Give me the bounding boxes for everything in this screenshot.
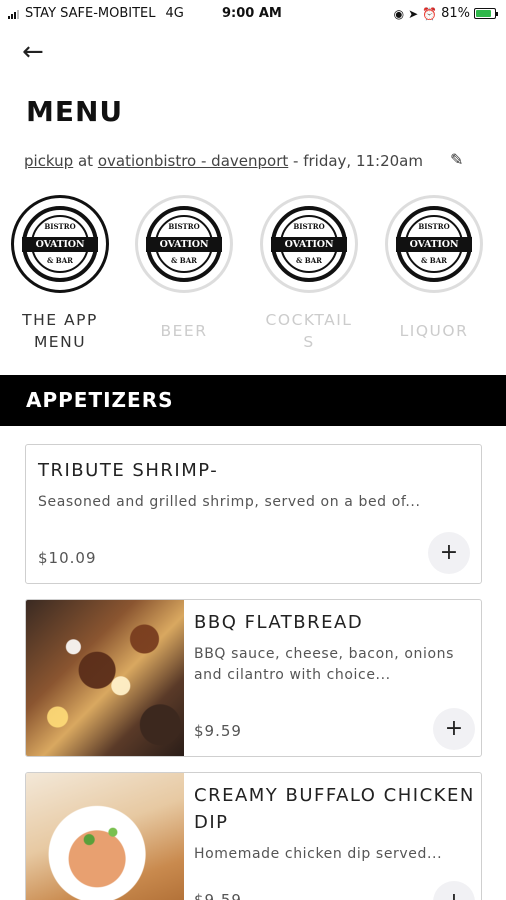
arrow-left-icon: ←: [22, 37, 44, 67]
ovation-logo: BISTRO OVATION & BAR: [271, 206, 347, 282]
page-title: MENU: [26, 95, 124, 128]
carrier-name: STAY SAFE-MOBITEL: [25, 6, 156, 21]
category-logo-ring: BISTRO OVATION & BAR: [11, 195, 109, 293]
section-header: APPETIZERS: [0, 375, 506, 426]
category-label: BEER: [160, 322, 208, 340]
item-name: TRIBUTE SHRIMP-: [38, 460, 219, 481]
status-left: STAY SAFE-MOBITEL 4G: [8, 6, 184, 21]
signal-icon: [8, 9, 19, 19]
item-price: $9.59: [194, 891, 242, 900]
item-description: Seasoned and grilled shrimp, served on a…: [38, 494, 421, 510]
category-the-app-menu[interactable]: BISTRO OVATION & BAR THE APP MENU: [8, 195, 112, 353]
menu-item-body: TRIBUTE SHRIMP- Seasoned and grilled shr…: [38, 457, 473, 513]
menu-item-card[interactable]: BBQ FLATBREAD BBQ sauce, cheese, bacon, …: [25, 599, 482, 757]
item-price: $10.09: [38, 549, 97, 567]
order-type-link[interactable]: pickup: [24, 152, 73, 170]
schedule-text: - friday, 11:20am: [293, 152, 423, 170]
ovation-logo: BISTRO OVATION & BAR: [396, 206, 472, 282]
category-label: THE APP MENU: [22, 311, 98, 351]
plus-icon: +: [439, 540, 459, 565]
menu-item-body: BBQ FLATBREAD BBQ sauce, cheese, bacon, …: [194, 609, 476, 686]
add-to-cart-button[interactable]: +: [433, 708, 475, 750]
menu-item-card[interactable]: CREAMY BUFFALO CHICKEN DIP Homemade chic…: [25, 772, 482, 900]
item-name: BBQ FLATBREAD: [194, 612, 364, 633]
menu-item-body: CREAMY BUFFALO CHICKEN DIP Homemade chic…: [194, 782, 476, 865]
plus-icon: +: [444, 716, 464, 741]
ovation-logo: BISTRO OVATION & BAR: [146, 206, 222, 282]
location-arrow-icon: ➤: [408, 6, 419, 21]
menu-item-card[interactable]: TRIBUTE SHRIMP- Seasoned and grilled shr…: [25, 444, 482, 584]
category-list: BISTRO OVATION & BAR THE APP MENU BISTRO…: [8, 195, 498, 360]
location-link[interactable]: ovationbistro - davenport: [98, 152, 288, 170]
category-label: LIQUOR: [399, 322, 469, 340]
battery-icon: [474, 8, 498, 19]
battery-fill: [476, 10, 491, 17]
clock: 9:00 AM: [222, 6, 282, 21]
item-description: BBQ sauce, cheese, bacon, onions and cil…: [194, 646, 455, 683]
category-logo-ring: BISTRO OVATION & BAR: [260, 195, 358, 293]
category-beer[interactable]: BISTRO OVATION & BAR BEER: [132, 195, 236, 342]
add-to-cart-button[interactable]: +: [433, 881, 475, 900]
pencil-icon: ✎: [450, 150, 464, 169]
status-right: ◉ ➤ ⏰ 81%: [393, 6, 498, 21]
order-details: pickup at ovationbistro - davenport - fr…: [24, 152, 423, 170]
category-label: COCKTAILS: [265, 311, 353, 351]
alarm-icon: ⏰: [422, 6, 438, 21]
network-type: 4G: [165, 6, 184, 21]
item-name: CREAMY BUFFALO CHICKEN DIP: [194, 785, 475, 833]
plus-icon: +: [445, 889, 463, 900]
edit-order-button[interactable]: ✎: [450, 150, 463, 169]
category-logo-ring: BISTRO OVATION & BAR: [385, 195, 483, 293]
back-button[interactable]: ←: [22, 38, 52, 66]
status-bar: STAY SAFE-MOBITEL 4G 9:00 AM ◉ ➤ ⏰ 81%: [0, 0, 506, 28]
item-price: $9.59: [194, 722, 242, 740]
item-photo: [26, 600, 184, 756]
add-to-cart-button[interactable]: +: [428, 532, 470, 574]
ovation-logo: BISTRO OVATION & BAR: [22, 206, 98, 282]
at-label: at: [77, 152, 94, 170]
category-cocktails[interactable]: BISTRO OVATION & BAR COCKTAILS: [257, 195, 361, 353]
section-title: APPETIZERS: [26, 388, 174, 412]
item-photo: [26, 773, 184, 900]
category-logo-ring: BISTRO OVATION & BAR: [135, 195, 233, 293]
battery-percent: 81%: [441, 6, 470, 21]
category-liquor[interactable]: BISTRO OVATION & BAR LIQUOR: [382, 195, 486, 342]
lock-rotation-icon: ◉: [393, 6, 405, 21]
item-description: Homemade chicken dip served...: [194, 846, 443, 862]
